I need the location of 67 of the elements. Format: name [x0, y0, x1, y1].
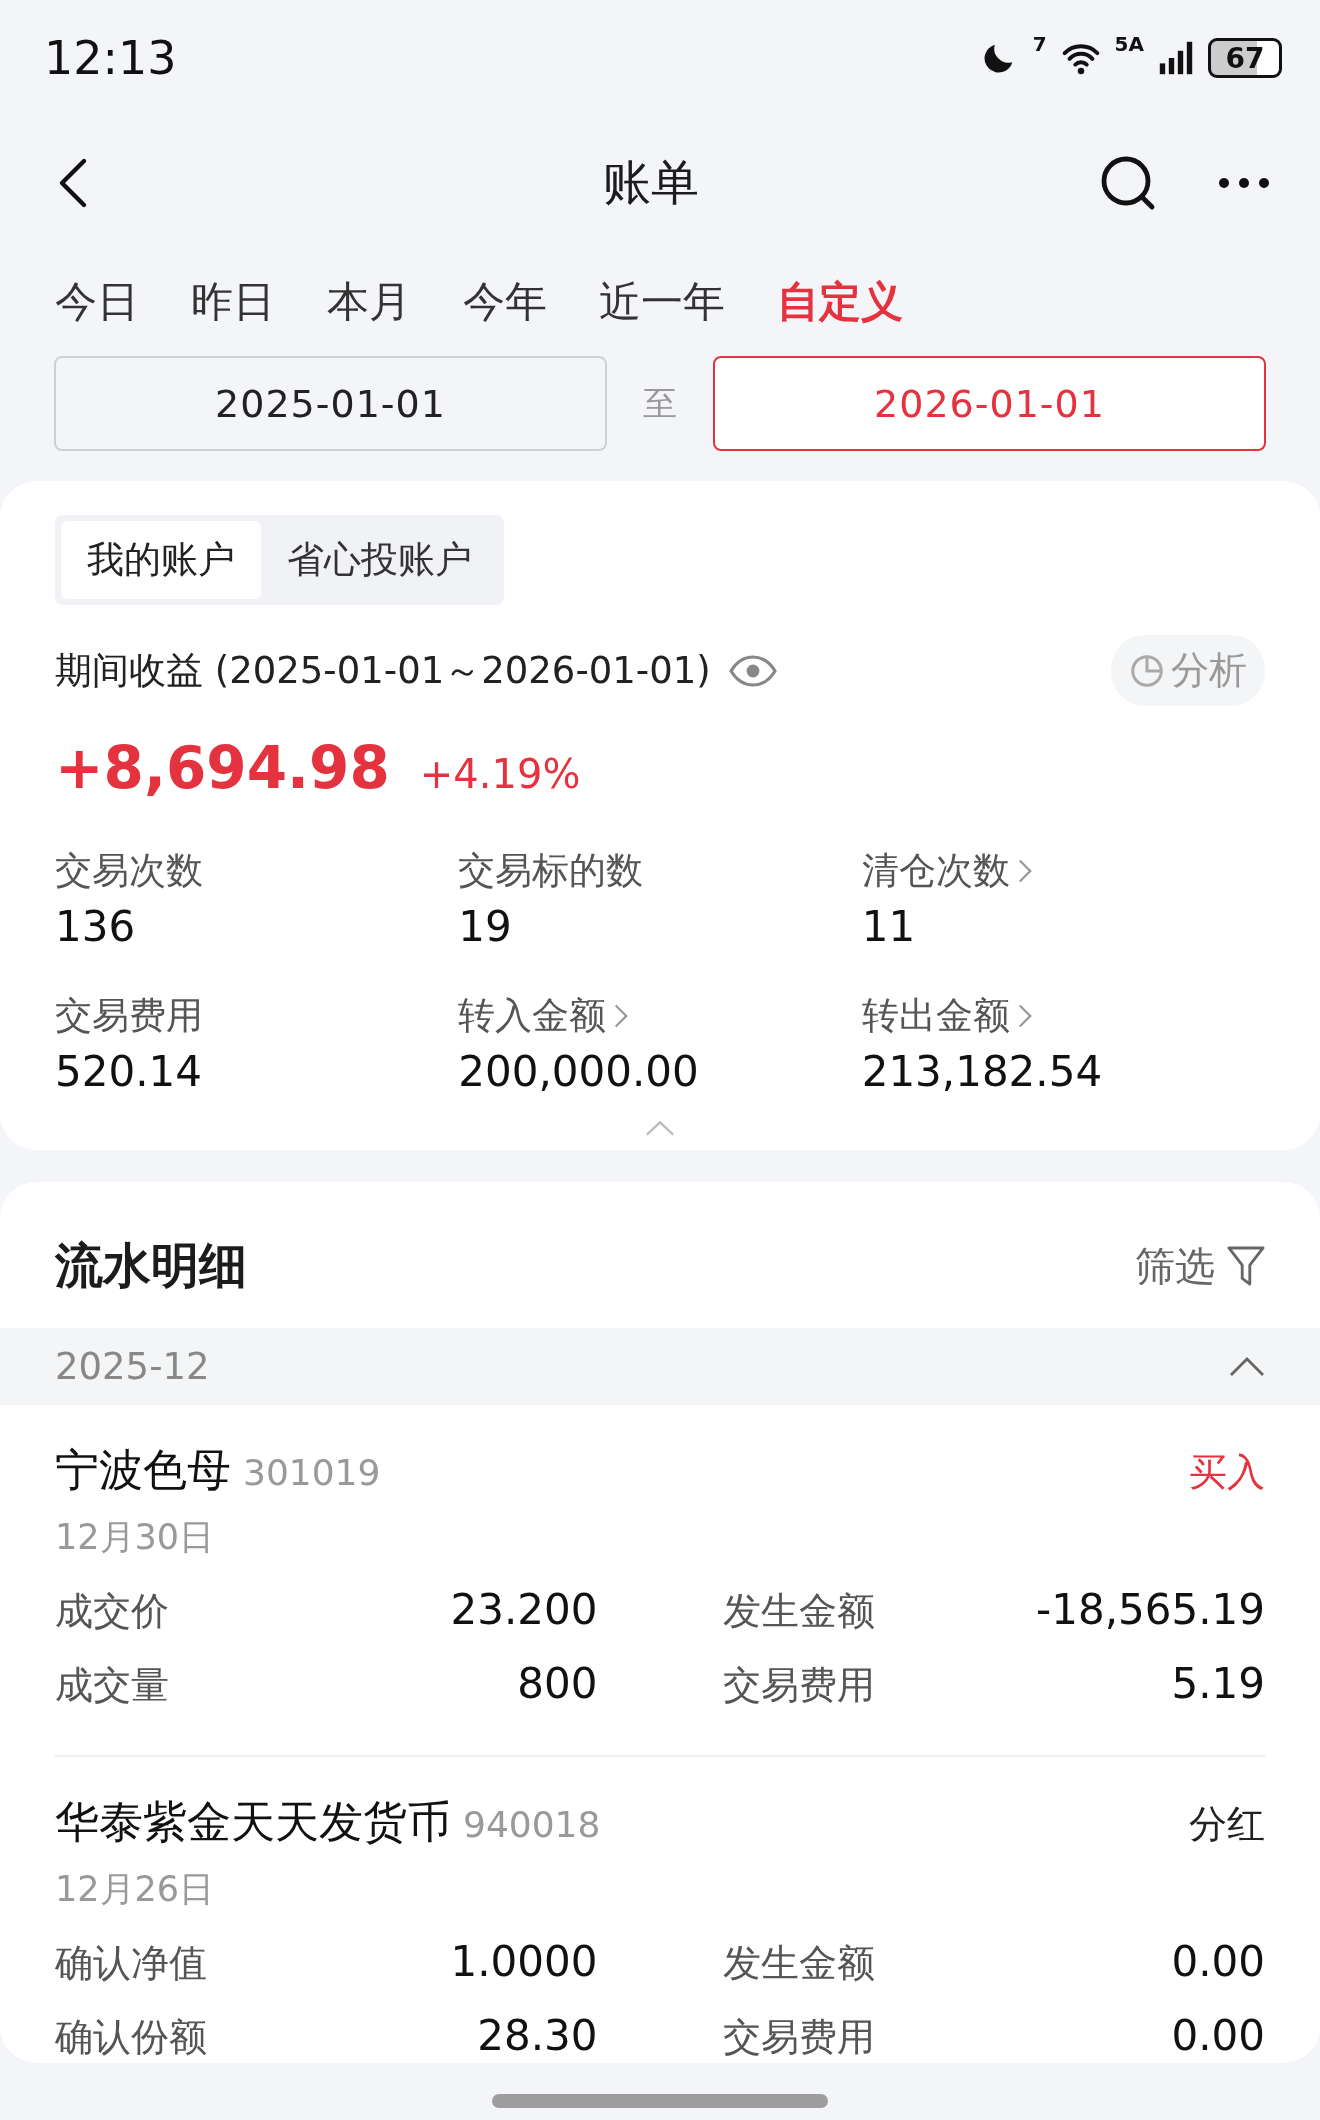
stat-label[interactable]: 清仓次数: [861, 846, 1010, 896]
account-tab[interactable]: 我的账户: [61, 521, 261, 599]
security-code: 301019: [243, 1452, 381, 1493]
period-profit-label: 期间收益 (2025-01-01～2026-01-01): [55, 647, 711, 694]
chevron-right-icon[interactable]: [614, 1003, 629, 1029]
stat-label: 交易费用: [55, 993, 203, 1039]
chevron-right-icon[interactable]: [1017, 858, 1032, 884]
stat-value: 19: [458, 902, 513, 951]
security-name: 宁波色母: [55, 1443, 231, 1497]
field-label: 发生金额: [722, 1588, 875, 1635]
stat-label: 交易次数: [55, 848, 203, 894]
signal-icon: [1158, 40, 1194, 76]
battery-level: 67: [1208, 38, 1282, 78]
stat-label: 交易标的数: [458, 848, 644, 894]
stat-value: 11: [861, 902, 917, 951]
stat-value: 200,000.00: [458, 1047, 700, 1096]
period-tab[interactable]: 昨日: [191, 274, 275, 330]
period-tab[interactable]: 今日: [55, 274, 139, 330]
security-code: 940018: [463, 1804, 601, 1845]
field-label: 交易费用: [722, 2014, 875, 2061]
page-title: 账单: [603, 153, 699, 212]
field-label: 确认净值: [55, 1940, 207, 1987]
chevron-up-icon: [1229, 1356, 1265, 1377]
stat-value: 520.14: [55, 1047, 203, 1096]
field-value: 5.19: [1171, 1659, 1265, 1708]
period-tab[interactable]: 近一年: [599, 274, 725, 330]
transaction-date: 12月26日: [55, 1868, 216, 1911]
transaction-date: 12月30日: [55, 1516, 216, 1559]
field-value: 0.00: [1171, 2011, 1265, 2060]
network-label: 5A: [1114, 32, 1144, 56]
field-label: 发生金额: [722, 1940, 875, 1987]
filter-button[interactable]: 筛选: [1135, 1238, 1265, 1294]
transaction-type: 分红: [1189, 1801, 1265, 1848]
field-value: 28.30: [477, 2011, 598, 2060]
period-tab[interactable]: 本月: [327, 274, 411, 330]
profit-rate: +4.19%: [419, 751, 581, 797]
start-date-field[interactable]: 2025-01-01: [54, 356, 607, 451]
field-value: 0.00: [1171, 1937, 1265, 1986]
field-label: 确认份额: [55, 2014, 207, 2061]
field-label: 交易费用: [722, 1662, 875, 1709]
field-value: 800: [517, 1659, 598, 1708]
stat-value: 136: [55, 902, 137, 951]
field-label: 成交价: [55, 1588, 169, 1635]
transaction-type: 买入: [1189, 1449, 1265, 1496]
field-value: 23.200: [450, 1585, 598, 1634]
profit-amount: +8,694.98: [55, 734, 390, 802]
account-tab[interactable]: 省心投账户: [261, 521, 498, 599]
period-tab[interactable]: 今年: [463, 274, 547, 330]
stat-value: 213,182.54: [861, 1047, 1104, 1096]
field-label: 成交量: [55, 1662, 169, 1709]
more-icon: [1218, 177, 1270, 189]
period-tab[interactable]: 自定义: [777, 274, 903, 330]
wifi-label: 7: [1032, 32, 1047, 56]
field-value: 1.0000: [450, 1937, 598, 1986]
status-time: 12:13: [44, 31, 177, 85]
field-value: -18,565.19: [1036, 1585, 1265, 1634]
chevron-right-icon[interactable]: [1017, 1003, 1032, 1029]
chevron-up-icon: [645, 1120, 675, 1136]
eye-icon: [728, 653, 777, 688]
date-separator: 至: [642, 381, 678, 425]
pie-chart-icon: [1129, 652, 1165, 689]
filter-icon: [1227, 1246, 1265, 1286]
end-date-field[interactable]: 2026-01-01: [713, 356, 1266, 451]
section-title: 流水明细: [55, 1236, 247, 1295]
stat-label[interactable]: 转出金额: [861, 991, 1010, 1041]
stat-label[interactable]: 转入金额: [458, 991, 607, 1041]
security-name: 华泰紫金天天发货币: [55, 1795, 451, 1849]
